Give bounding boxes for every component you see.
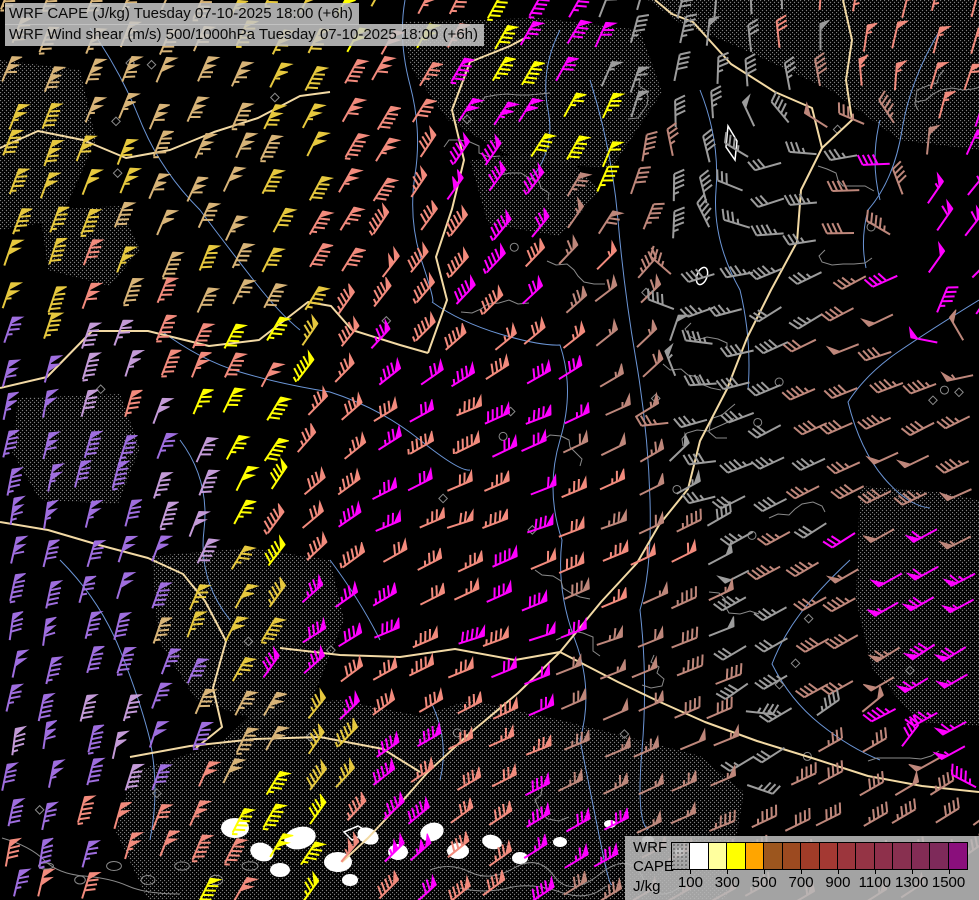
legend-swatch xyxy=(856,843,874,869)
legend-tick-label: 1300 xyxy=(895,874,928,891)
legend-swatch xyxy=(764,843,782,869)
legend-swatch xyxy=(838,843,856,869)
legend-swatch xyxy=(930,843,948,869)
map-title-cape: WRF CAPE (J/kg) Tuesday 07-10-2025 18:00… xyxy=(4,3,359,25)
map-title-windshear: WRF Wind shear (m/s) 500/1000hPa Tuesday… xyxy=(4,24,484,46)
legend-tick-label: 1500 xyxy=(932,874,965,891)
legend-tick-label: 300 xyxy=(715,874,740,891)
legend-swatch xyxy=(690,843,708,869)
legend-label-units: J/kg xyxy=(633,878,661,895)
legend-tick-label: 100 xyxy=(678,874,703,891)
map-title-windshear-text: WRF Wind shear (m/s) 500/1000hPa Tuesday… xyxy=(9,26,478,43)
legend-swatch xyxy=(727,843,745,869)
weather-map xyxy=(0,0,979,900)
legend-swatch xyxy=(746,843,764,869)
legend-swatch xyxy=(783,843,801,869)
legend-label-parameter: CAPE xyxy=(633,858,674,875)
legend-tick-label: 500 xyxy=(752,874,777,891)
legend-swatch xyxy=(672,843,690,869)
legend-tick-label: 1100 xyxy=(859,874,891,891)
legend-swatch xyxy=(820,843,838,869)
legend-colorbar xyxy=(671,842,968,870)
legend-swatch xyxy=(949,843,967,869)
weather-map-page: WRF CAPE (J/kg) Tuesday 07-10-2025 18:00… xyxy=(0,0,979,900)
legend-swatch xyxy=(801,843,819,869)
cape-legend: WRF CAPE J/kg 100 300 500 700 900 11001300150… xyxy=(625,836,979,900)
map-title-cape-text: WRF CAPE (J/kg) Tuesday 07-10-2025 18:00… xyxy=(9,5,353,22)
legend-tick-label: 900 xyxy=(825,874,850,891)
legend-swatch xyxy=(912,843,930,869)
legend-swatch xyxy=(893,843,911,869)
legend-tick-label: 700 xyxy=(789,874,814,891)
legend-label-model: WRF xyxy=(633,839,667,856)
legend-swatch xyxy=(709,843,727,869)
legend-swatch xyxy=(875,843,893,869)
